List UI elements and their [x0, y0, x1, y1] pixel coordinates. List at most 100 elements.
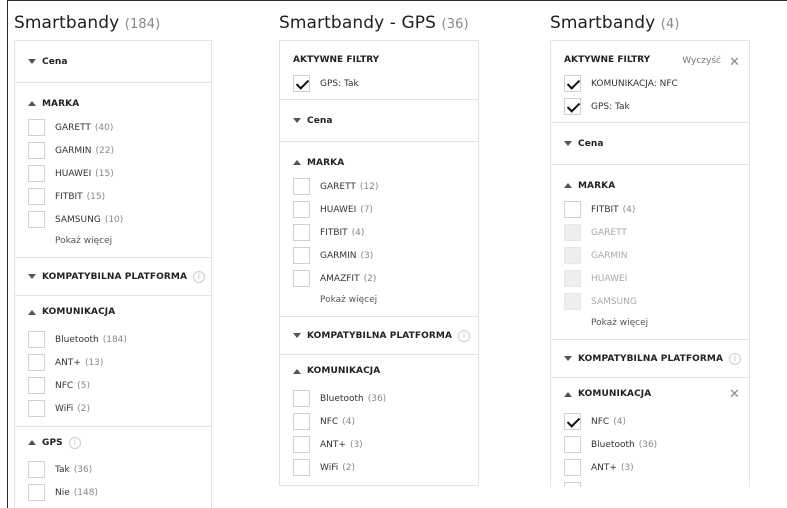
checkbox [564, 293, 581, 310]
section-toggle-gps[interactable]: GPS i [15, 427, 211, 458]
section-gps: GPS i Tak (36) Nie (148) [15, 427, 211, 508]
chevron-up-icon [28, 440, 36, 445]
clear-filters-link[interactable]: Wyczyść [682, 56, 721, 66]
checkbox[interactable] [564, 413, 581, 430]
info-icon[interactable]: i [193, 270, 206, 283]
filter-panel: Cena MARKA GARETT (40) GARMIN (22) HUAWEI(… [14, 40, 212, 508]
filter-option[interactable]: WiFi (2) [280, 456, 478, 479]
checkbox[interactable] [293, 270, 310, 287]
section-toggle-platforma[interactable]: KOMPATYBILNA PLATFORMA i [15, 258, 211, 295]
checkbox[interactable] [564, 459, 581, 476]
column-title: Smartbandy (184) [14, 13, 161, 33]
checkbox[interactable] [28, 354, 45, 371]
section-toggle-marka[interactable]: MARKA [551, 165, 749, 206]
section-cena: Cena [551, 123, 749, 165]
info-icon[interactable]: i [68, 436, 81, 449]
active-filter-item[interactable]: GPS: Tak [551, 95, 749, 118]
checkbox[interactable] [28, 165, 45, 182]
checkbox[interactable] [564, 98, 581, 115]
checkbox[interactable] [28, 211, 45, 228]
show-more-link[interactable]: Pokaż więcej [551, 313, 749, 333]
checkbox[interactable] [564, 75, 581, 92]
checkbox[interactable] [293, 75, 310, 92]
checkbox[interactable] [28, 461, 45, 478]
filter-panel: AKTYWNE FILTRY GPS: Tak Cena MARKA GARET… [279, 40, 479, 486]
chevron-down-icon [293, 333, 301, 338]
filter-column-2: Smartbandy - GPS (36) AKTYWNE FILTRY GPS… [279, 0, 481, 508]
section-toggle-platforma[interactable]: KOMPATYBILNA PLATFORMA i [280, 317, 478, 354]
filter-option[interactable]: ANT+ (13) [15, 351, 211, 374]
section-komunikacja: KOMUNIKACJA Bluetooth (36) NFC (4) ANT+ (3)… [280, 355, 478, 486]
section-toggle-komunikacja[interactable]: KOMUNIKACJA [280, 355, 478, 387]
section-toggle-cena[interactable]: Cena [551, 123, 749, 164]
filter-option[interactable]: ANT+ (3) [280, 433, 478, 456]
filter-option[interactable]: HUAWEI (7) [280, 198, 478, 221]
active-filters-heading: AKTYWNE FILTRY [293, 55, 380, 65]
show-more-link[interactable]: Pokaż więcej [15, 231, 211, 251]
section-toggle-komunikacja[interactable]: KOMUNIKACJA ✕ [551, 378, 749, 410]
active-filters: AKTYWNE FILTRY Wyczyść ✕ KOMUNIKACJA: NFC … [551, 41, 749, 123]
filter-option[interactable]: Bluetooth (36) [551, 433, 749, 456]
filter-option[interactable]: NFC (4) [551, 410, 749, 433]
info-icon[interactable]: i [729, 352, 742, 365]
filter-option[interactable]: WiFi (2) [15, 397, 211, 420]
section-toggle-komunikacja[interactable]: KOMUNIKACJA [15, 296, 211, 328]
checkbox[interactable] [293, 178, 310, 195]
section-platforma: KOMPATYBILNA PLATFORMA i [280, 317, 478, 355]
checkbox[interactable] [28, 377, 45, 394]
filter-option-disabled: GARETT [551, 221, 749, 244]
close-icon[interactable]: ✕ [729, 387, 740, 402]
checkbox[interactable] [564, 201, 581, 218]
filter-option[interactable]: SAMSUNG (10) [15, 208, 211, 231]
checkbox[interactable] [293, 201, 310, 218]
filter-option[interactable]: Bluetooth (36) [280, 387, 478, 410]
checkbox[interactable] [28, 400, 45, 417]
section-toggle-marka[interactable]: MARKA [280, 142, 478, 183]
checkbox[interactable] [28, 142, 45, 159]
checkbox[interactable] [28, 484, 45, 501]
filter-column-1: Smartbandy (184) Cena MARKA GARETT (40) G… [14, 0, 214, 508]
filter-option[interactable]: FITBIT (15) [15, 185, 211, 208]
filter-option[interactable] [551, 479, 749, 487]
checkbox [564, 224, 581, 241]
section-marka: MARKA GARETT (40) GARMIN (22) HUAWEI (15) F… [15, 83, 211, 258]
filter-option[interactable]: Nie (148) [15, 481, 211, 504]
filter-option[interactable]: NFC (5) [15, 374, 211, 397]
checkbox[interactable] [293, 413, 310, 430]
filter-option[interactable]: AMAZFIT (2) [280, 267, 478, 290]
checkbox[interactable] [293, 390, 310, 407]
info-icon[interactable]: i [458, 329, 471, 342]
section-komunikacja: KOMUNIKACJA Bluetooth (184) ANT+ (13) NFC(… [15, 296, 211, 427]
chevron-down-icon [28, 59, 36, 64]
show-more-link[interactable]: Pokaż więcej [280, 290, 478, 310]
filter-option[interactable]: GARMIN (22) [15, 139, 211, 162]
checkbox[interactable] [564, 436, 581, 453]
checkbox[interactable] [564, 482, 581, 487]
checkbox[interactable] [293, 436, 310, 453]
filter-option[interactable]: HUAWEI (15) [15, 162, 211, 185]
checkbox [564, 270, 581, 287]
checkbox[interactable] [293, 459, 310, 476]
filter-option[interactable]: Tak (36) [15, 458, 211, 481]
checkbox[interactable] [28, 188, 45, 205]
filter-option[interactable]: ANT+ (3) [551, 456, 749, 479]
filter-option[interactable]: GARMIN (3) [280, 244, 478, 267]
filter-column-3: Smartbandy (4) AKTYWNE FILTRY Wyczyść ✕ KO… [550, 0, 752, 487]
section-toggle-cena[interactable]: Cena [280, 100, 478, 141]
close-icon[interactable]: ✕ [729, 55, 740, 70]
checkbox[interactable] [28, 331, 45, 348]
section-toggle-platforma[interactable]: KOMPATYBILNA PLATFORMA i [551, 340, 749, 377]
chevron-up-icon [564, 183, 572, 188]
section-toggle-marka[interactable]: MARKA [15, 83, 211, 124]
filter-option[interactable]: FITBIT (4) [280, 221, 478, 244]
filter-option[interactable]: Bluetooth (184) [15, 328, 211, 351]
active-filters: AKTYWNE FILTRY GPS: Tak [280, 41, 478, 100]
checkbox[interactable] [28, 119, 45, 136]
checkbox[interactable] [293, 224, 310, 241]
checkbox[interactable] [293, 247, 310, 264]
filter-panel: AKTYWNE FILTRY Wyczyść ✕ KOMUNIKACJA: NFC … [550, 40, 750, 487]
chevron-up-icon [28, 309, 36, 315]
filter-option-disabled: SAMSUNG [551, 290, 749, 313]
filter-option[interactable]: NFC (4) [280, 410, 478, 433]
section-toggle-cena[interactable]: Cena [15, 41, 211, 82]
